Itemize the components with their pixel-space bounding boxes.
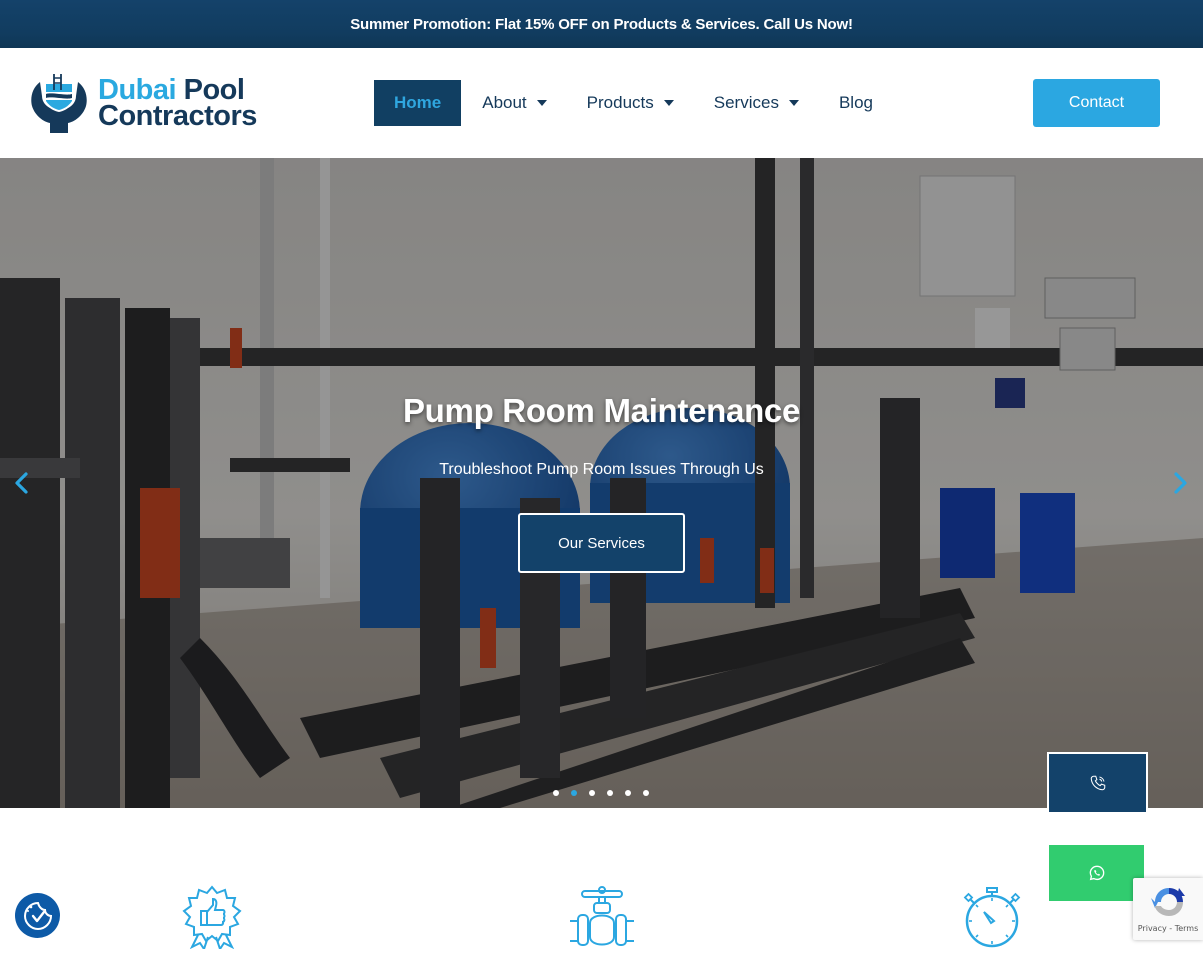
pipe-valve-icon xyxy=(570,886,634,946)
nav-item-services[interactable]: Services xyxy=(694,80,819,126)
whatsapp-button[interactable] xyxy=(1049,845,1144,901)
nav-item-products[interactable]: Products xyxy=(567,80,694,126)
slide-dot-4[interactable] xyxy=(607,790,613,796)
recaptcha-logo-icon xyxy=(1151,888,1185,916)
our-services-button[interactable]: Our Services xyxy=(518,513,685,573)
nav-item-home[interactable]: Home xyxy=(374,80,462,126)
slide-dot-1[interactable] xyxy=(553,790,559,796)
promo-text: Summer Promotion: Flat 15% OFF on Produc… xyxy=(350,15,853,33)
hero-overlay xyxy=(0,158,1203,808)
hero-title: Pump Room Maintenance xyxy=(402,392,801,429)
hero-slider: Pump Room Maintenance Troubleshoot Pump … xyxy=(0,158,1203,808)
nav-label: Blog xyxy=(838,93,873,112)
site-header: Dubai Pool Contractors Home About Produc… xyxy=(0,48,1203,158)
caret-down-icon xyxy=(536,100,547,106)
slider-pagination xyxy=(553,790,649,796)
main-nav: Home About Products Services Blog xyxy=(374,80,893,126)
nav-label: Services xyxy=(713,93,779,112)
thumbs-up-badge-icon xyxy=(182,885,242,949)
promo-bar: Summer Promotion: Flat 15% OFF on Produc… xyxy=(0,0,1203,48)
slide-dot-2[interactable] xyxy=(571,790,577,796)
caret-down-icon xyxy=(788,100,799,106)
slide-dot-6[interactable] xyxy=(643,790,649,796)
slide-dot-3[interactable] xyxy=(589,790,595,796)
phone-icon xyxy=(1090,775,1105,791)
nav-item-blog[interactable]: Blog xyxy=(819,80,893,126)
hero-subtitle: Troubleshoot Pump Room Issues Through Us xyxy=(439,461,764,478)
nav-label: Home xyxy=(394,93,442,112)
cookie-consent-button[interactable] xyxy=(15,893,60,938)
contact-button[interactable]: Contact xyxy=(1033,79,1160,127)
nav-label: About xyxy=(482,93,527,112)
logo-word-contractors: Contractors xyxy=(98,100,257,132)
pool-wrench-logo-icon xyxy=(31,74,87,133)
site-logo[interactable]: Dubai Pool Contractors xyxy=(30,72,270,134)
slide-dot-5[interactable] xyxy=(625,790,631,796)
whatsapp-icon xyxy=(1089,865,1104,881)
stopwatch-icon xyxy=(963,887,1021,948)
nav-item-about[interactable]: About xyxy=(462,80,566,126)
chevron-right-icon[interactable] xyxy=(1168,470,1192,496)
recaptcha-badge[interactable]: Privacy - Terms xyxy=(1133,878,1203,940)
nav-label: Products xyxy=(586,93,654,112)
cookie-consent-icon xyxy=(23,901,52,930)
logo-text: Dubai Pool Contractors xyxy=(98,76,257,132)
chevron-left-icon[interactable] xyxy=(10,470,34,496)
caret-down-icon xyxy=(663,100,674,106)
call-button[interactable] xyxy=(1047,752,1148,812)
recaptcha-links[interactable]: Privacy - Terms xyxy=(1133,924,1203,933)
